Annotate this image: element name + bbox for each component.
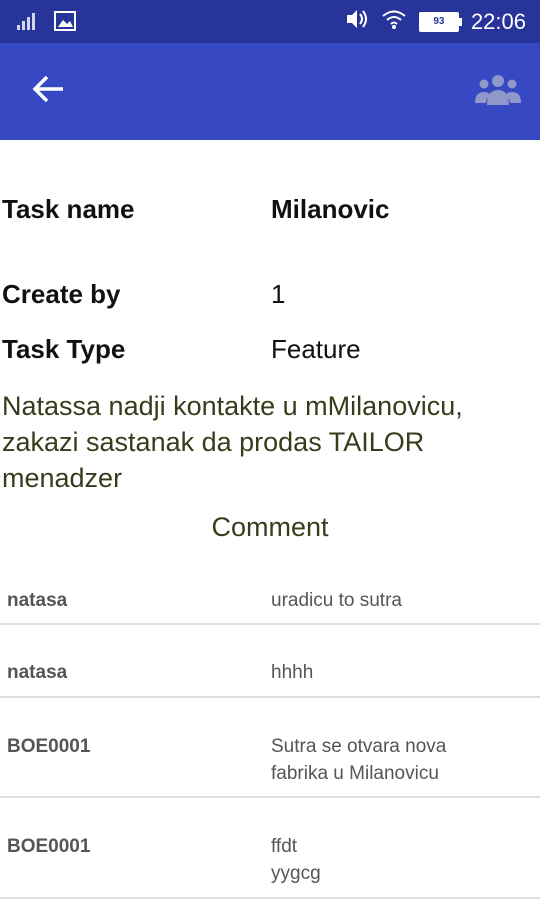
- comment-item: natasa uradicu to sutra: [0, 578, 540, 625]
- created-by-label: Create by: [2, 279, 121, 309]
- comment-item: natasa hhhh: [0, 625, 540, 698]
- back-button[interactable]: [22, 67, 74, 115]
- comment-item: BOE0001 ffdt yygcg: [0, 798, 540, 899]
- comment-text: uradicu to sutra: [271, 590, 402, 611]
- created-by-value: 1: [271, 279, 286, 309]
- image-icon: [54, 11, 76, 36]
- status-bar: 93 22:06: [0, 0, 540, 43]
- task-name-value: Milanovic: [271, 194, 390, 224]
- comment-author: natasa: [7, 590, 68, 611]
- battery-level: 93: [433, 16, 445, 27]
- comment-author: natasa: [7, 662, 68, 683]
- comment-item: BOE0001 Sutra se otvara nova fabrika u M…: [0, 698, 540, 798]
- comment-author: BOE0001: [7, 736, 91, 757]
- status-left-icons: [16, 11, 76, 36]
- status-right-icons: 93 22:06: [345, 8, 526, 35]
- task-name-label: Task name: [2, 194, 135, 224]
- comment-text: ffdt yygcg: [271, 836, 321, 884]
- comment-author: BOE0001: [7, 836, 91, 857]
- task-type-label: Task Type: [2, 334, 126, 364]
- task-description: Natassa nadji kontakte u mMilanovicu, za…: [2, 391, 463, 493]
- group-icon: [475, 73, 521, 110]
- wifi-icon: [381, 8, 407, 35]
- volume-icon: [345, 8, 369, 35]
- comment-text: Sutra se otvara nova fabrika u Milanovic…: [271, 736, 447, 784]
- comment-list: natasa uradicu to sutra natasa hhhh BOE0…: [0, 578, 540, 899]
- group-button[interactable]: [472, 69, 524, 113]
- signal-icon: [16, 11, 40, 36]
- status-time: 22:06: [470, 8, 526, 34]
- comments-title: Comment: [211, 512, 329, 542]
- comment-text: hhhh: [271, 662, 314, 683]
- arrow-left-icon: [31, 75, 65, 108]
- app-bar: [0, 43, 540, 140]
- battery-icon: 93: [418, 11, 462, 32]
- task-type-value: Feature: [271, 334, 361, 364]
